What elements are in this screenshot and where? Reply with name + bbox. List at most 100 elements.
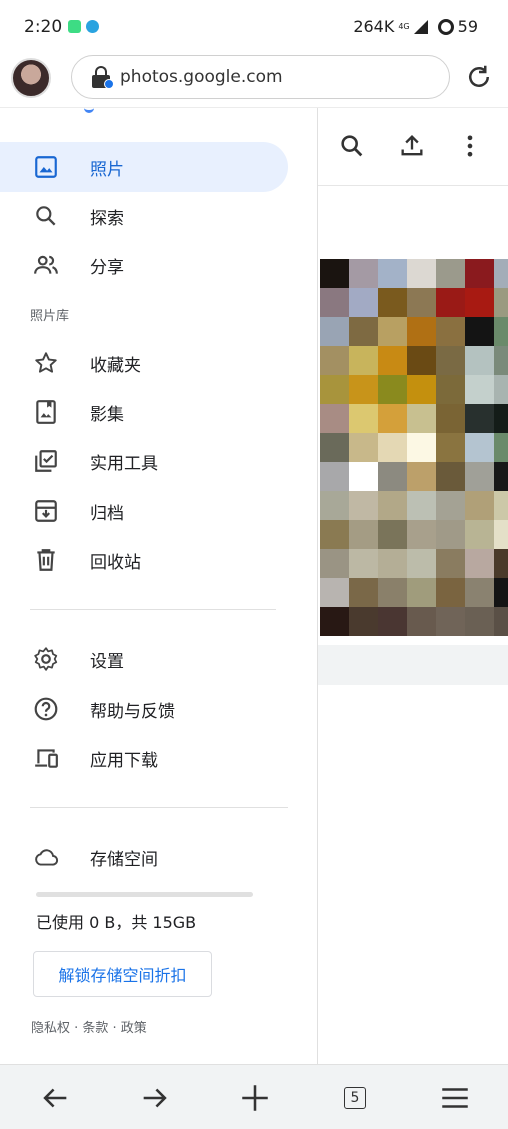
new-tab-icon[interactable] bbox=[238, 1081, 272, 1115]
url-text: photos.google.com bbox=[120, 67, 283, 87]
content-divider bbox=[318, 645, 508, 685]
nav-item-utilities[interactable]: 实用工具 bbox=[0, 436, 288, 486]
photo-pixel bbox=[465, 607, 494, 636]
photo-pixel bbox=[378, 317, 407, 346]
photo-pixel bbox=[436, 288, 465, 317]
photo-pixel bbox=[378, 433, 407, 462]
lock-icon[interactable] bbox=[90, 66, 114, 89]
photo-pixel bbox=[407, 462, 436, 491]
star-icon bbox=[35, 352, 57, 373]
photo-pixel bbox=[320, 259, 349, 288]
storage-usage-text: 已使用 0 B，共 15GB bbox=[36, 913, 197, 932]
photo-pixel bbox=[320, 404, 349, 433]
archive-icon bbox=[35, 500, 57, 522]
unlock-storage-discount-button[interactable]: 解锁存储空间折扣 bbox=[33, 951, 212, 997]
trash-icon bbox=[37, 549, 55, 571]
photo-pixel bbox=[378, 607, 407, 636]
photo-pixel bbox=[407, 346, 436, 375]
nav-item-albums[interactable]: 影集 bbox=[0, 387, 288, 437]
menu-icon[interactable] bbox=[438, 1081, 472, 1115]
avatar[interactable] bbox=[11, 58, 51, 98]
status-time: 2:20 bbox=[24, 17, 63, 37]
photo-thumbnail[interactable] bbox=[320, 259, 508, 637]
photo-pixel bbox=[465, 520, 494, 549]
photo-pixel bbox=[494, 549, 508, 578]
search-icon[interactable] bbox=[338, 132, 366, 160]
photo-pixel bbox=[349, 491, 378, 520]
photo-pixel bbox=[465, 317, 494, 346]
photo-pixel bbox=[436, 607, 465, 636]
nav-label: 应用下载 bbox=[90, 750, 158, 771]
help-icon bbox=[34, 697, 58, 721]
photo-pixel bbox=[436, 346, 465, 375]
nav-item-photos[interactable]: 照片 bbox=[0, 142, 288, 192]
photo-pixel bbox=[378, 288, 407, 317]
photo-pixel bbox=[465, 433, 494, 462]
photo-pixel bbox=[494, 317, 508, 346]
devices-icon bbox=[35, 749, 58, 768]
photo-pixel bbox=[349, 578, 378, 607]
photo-pixel bbox=[436, 578, 465, 607]
photo-pixel bbox=[407, 375, 436, 404]
photo-pixel bbox=[407, 607, 436, 636]
back-arrow-icon[interactable] bbox=[38, 1081, 72, 1115]
photo-pixel bbox=[349, 520, 378, 549]
photo-pixel bbox=[465, 404, 494, 433]
utilities-icon bbox=[35, 450, 57, 472]
nav-label: 照片 bbox=[90, 159, 124, 180]
photo-pixel bbox=[436, 404, 465, 433]
photo-icon bbox=[35, 156, 57, 178]
nav-item-app-download[interactable]: 应用下载 bbox=[0, 733, 288, 783]
gear-icon bbox=[34, 647, 58, 671]
photo-pixel bbox=[407, 578, 436, 607]
photo-pixel bbox=[378, 520, 407, 549]
photo-pixel bbox=[378, 259, 407, 288]
photo-pixel bbox=[465, 549, 494, 578]
photo-pixel bbox=[407, 288, 436, 317]
photo-pixel bbox=[494, 346, 508, 375]
reload-icon[interactable] bbox=[464, 62, 494, 92]
photo-pixel bbox=[494, 578, 508, 607]
status-indicators: 264K 4G 59 bbox=[353, 17, 478, 36]
nav-item-archive[interactable]: 归档 bbox=[0, 486, 288, 536]
nav-item-sharing[interactable]: 分享 bbox=[0, 240, 288, 290]
photo-pixel bbox=[494, 259, 508, 288]
nav-label: 实用工具 bbox=[90, 453, 158, 474]
storage-progress-bar bbox=[36, 892, 253, 897]
photo-pixel bbox=[378, 491, 407, 520]
photo-pixel bbox=[436, 375, 465, 404]
nav-item-trash[interactable]: 回收站 bbox=[0, 535, 288, 585]
photo-pixel bbox=[378, 578, 407, 607]
nav-item-storage[interactable]: 存储空间 bbox=[0, 832, 288, 882]
nav-label: 存储空间 bbox=[90, 849, 158, 870]
footer-links[interactable]: 隐私权 · 条款 · 政策 bbox=[31, 1017, 147, 1036]
navigation-drawer: 照片 探索 分享 照片库 收藏夹 影集 实用工具 归档 回收站 设置 帮助与反馈… bbox=[0, 108, 318, 1064]
upload-icon[interactable] bbox=[398, 132, 426, 160]
photo-pixel bbox=[494, 404, 508, 433]
nav-item-favorites[interactable]: 收藏夹 bbox=[0, 338, 288, 388]
browser-address-bar: photos.google.com bbox=[0, 50, 508, 108]
photo-pixel bbox=[349, 259, 378, 288]
forward-arrow-icon[interactable] bbox=[138, 1081, 172, 1115]
url-field[interactable]: photos.google.com bbox=[71, 55, 450, 99]
nav-label: 收藏夹 bbox=[90, 355, 141, 376]
nav-item-settings[interactable]: 设置 bbox=[0, 634, 288, 684]
photo-pixel bbox=[465, 578, 494, 607]
more-vert-icon[interactable] bbox=[456, 132, 484, 160]
photo-pixel bbox=[494, 607, 508, 636]
photo-pixel bbox=[349, 346, 378, 375]
nav-label: 分享 bbox=[90, 257, 124, 278]
photo-pixel bbox=[407, 259, 436, 288]
photo-pixel bbox=[349, 607, 378, 636]
photo-pixel bbox=[378, 404, 407, 433]
nav-item-help[interactable]: 帮助与反馈 bbox=[0, 684, 288, 734]
photo-pixel bbox=[320, 491, 349, 520]
divider bbox=[30, 807, 288, 808]
photo-pixel bbox=[494, 433, 508, 462]
photo-pixel bbox=[436, 549, 465, 578]
tab-switcher-button[interactable]: 5 bbox=[338, 1081, 372, 1115]
wechat-notification-icon bbox=[68, 20, 81, 33]
tab-count: 5 bbox=[344, 1087, 366, 1109]
photo-pixel bbox=[494, 375, 508, 404]
nav-item-explore[interactable]: 探索 bbox=[0, 191, 288, 241]
